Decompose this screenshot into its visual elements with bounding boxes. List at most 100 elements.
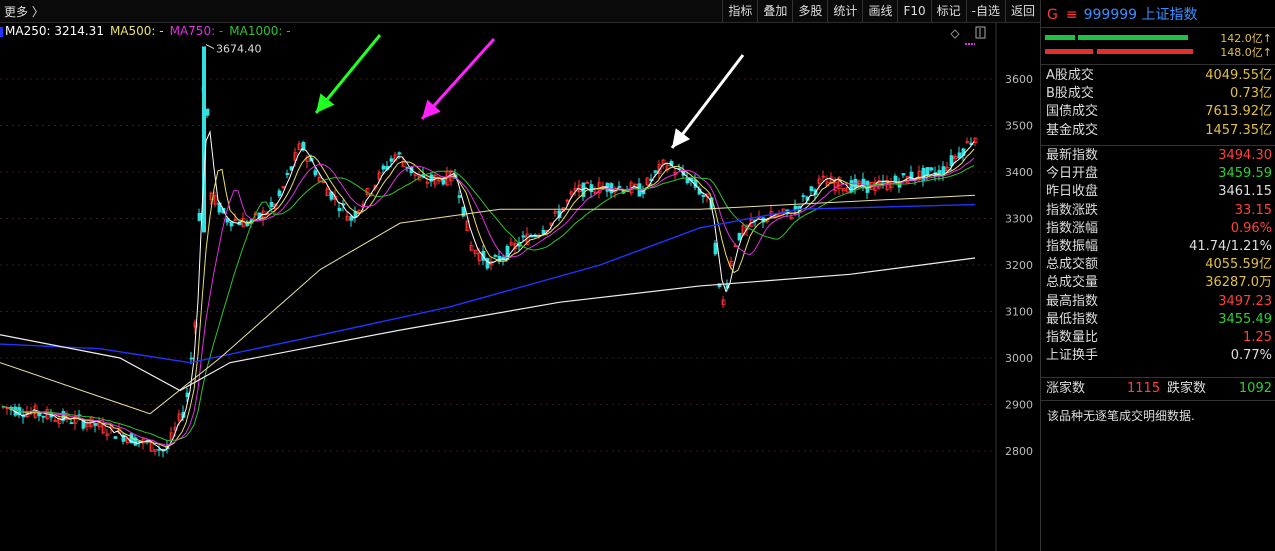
stat-value: 0.73亿 — [1230, 86, 1272, 102]
g-mark: G — [1047, 7, 1058, 23]
no-tick-data-note: 该品种无逐笔成交明细数据. — [1047, 409, 1195, 423]
more-button[interactable]: 更多 〉 — [4, 3, 44, 20]
ma-line-magenta — [1, 157, 975, 446]
stat-label: 指数涨幅 — [1046, 220, 1099, 236]
ma-line-white — [1, 129, 975, 451]
stat-row: 指数振幅 41.74/1.21% — [1041, 238, 1275, 256]
divider — [1041, 64, 1275, 65]
ma250-label: MA250: 3214.31 — [5, 24, 104, 38]
stat-row: 指数量比 1.25 — [1041, 329, 1275, 347]
stat-row: 最新指数 3494.30 — [1041, 147, 1275, 165]
tab-f10[interactable]: F10 — [897, 0, 930, 22]
candle-body — [541, 229, 546, 235]
down-count-value: 1092 — [1238, 381, 1272, 396]
kline-chart[interactable]: 3600 3500 3400 3300 3200 3100 3000 2900 2800 3674… — [0, 22, 1040, 551]
candle-body — [957, 152, 962, 159]
candle-body — [925, 167, 930, 176]
stat-value: 41.74/1.21% — [1189, 238, 1272, 254]
ma1000-label: MA1000: - — [229, 24, 291, 38]
candle-body — [949, 155, 954, 166]
stat-value: 0.77% — [1230, 348, 1272, 364]
candle-body — [485, 258, 490, 269]
stat-row: 指数涨幅 0.96% — [1041, 220, 1275, 238]
buy-bar-segment — [1045, 35, 1075, 40]
y-axis-tick-label: 3300 — [1005, 213, 1033, 226]
candle-body — [313, 170, 318, 176]
tab-overlay[interactable]: 叠加 — [757, 0, 792, 22]
peak-price-label: 3674.40 — [216, 43, 262, 56]
tab-draw-line[interactable]: 画线 — [862, 0, 897, 22]
candle-body — [93, 422, 98, 426]
up-count-value: 1115 — [1127, 381, 1161, 396]
stat-row: 国债成交 7613.92亿 — [1041, 103, 1275, 121]
divider — [1041, 400, 1275, 401]
stat-value: 0.96% — [1230, 220, 1272, 236]
stat-row: A股成交 4049.55亿 — [1041, 67, 1275, 85]
kline-canvas[interactable]: 3600 3500 3400 3300 3200 3100 3000 2900 2800 3674… — [0, 22, 1040, 551]
stat-value: 4055.59亿 — [1205, 257, 1272, 273]
stat-value: 33.15 — [1234, 202, 1272, 218]
stat-label: 最低指数 — [1046, 311, 1099, 327]
stat-label: 国债成交 — [1046, 104, 1099, 120]
y-axis-tick-label: 3100 — [1005, 306, 1033, 319]
candle-body — [901, 173, 906, 176]
stat-label: 基金成交 — [1046, 122, 1099, 138]
index-stats: 最新指数 3494.30 今日开盘 3459.59 昨日收盘 3461.15 指数涨跌 33.… — [1041, 147, 1275, 365]
candle-body — [189, 357, 194, 360]
candle-body — [617, 186, 622, 188]
y-axis-tick-label: 3200 — [1005, 259, 1033, 272]
tab-watchlist-remove[interactable]: -自选 — [965, 0, 1005, 22]
legend-marker-icon — [0, 26, 3, 37]
y-axis-tick-label: 3500 — [1005, 120, 1033, 133]
candle-body — [653, 170, 658, 173]
stat-row: 总成交量 36287.0万 — [1041, 274, 1275, 292]
tab-statistics[interactable]: 统计 — [827, 0, 862, 22]
sell-bar-row: 148.0亿↑ — [1041, 44, 1275, 59]
tab-back[interactable]: 返回 — [1004, 0, 1040, 22]
candle-body — [269, 202, 274, 208]
candle-body — [493, 254, 498, 257]
quote-code: 999999 — [1083, 7, 1138, 23]
y-axis-tick-label: 2800 — [1005, 445, 1033, 458]
stat-label: 上证换手 — [1046, 348, 1099, 364]
divider — [1041, 145, 1275, 146]
toolbar-tabs: 指标 叠加 多股 统计 画线 F10 标记 -自选 返回 — [722, 0, 1040, 22]
white-arrow-head — [672, 128, 691, 148]
candle-body — [713, 242, 718, 255]
candle-body — [441, 179, 446, 185]
candle-body — [69, 422, 74, 425]
chart-toolbar: 更多 〉 指标 叠加 多股 统计 画线 F10 标记 -自选 返回 — [0, 0, 1040, 23]
y-axis-tick-label: 3600 — [1005, 73, 1033, 86]
tab-multi-stock[interactable]: 多股 — [792, 0, 827, 22]
turnover-stats: A股成交 4049.55亿 B股成交 0.73亿 国债成交 7613.92亿 基金成交 145… — [1041, 67, 1275, 140]
y-axis-tick-label: 3400 — [1005, 166, 1033, 179]
candle-body — [737, 232, 742, 241]
divider — [1041, 27, 1275, 28]
candle-body — [585, 181, 590, 184]
tab-mark[interactable]: 标记 — [930, 0, 966, 22]
stat-label: 总成交量 — [1046, 275, 1099, 291]
buy-bar-row: 142.0亿↑ — [1041, 30, 1275, 45]
candle-body — [457, 195, 462, 198]
stat-row: 指数涨跌 33.15 — [1041, 202, 1275, 220]
peak-leader-line — [205, 44, 215, 50]
stat-row: 今日开盘 3459.59 — [1041, 165, 1275, 183]
candle-body — [793, 205, 798, 211]
tab-indicator[interactable]: 指标 — [722, 0, 757, 22]
menu-icon[interactable]: ≡ — [1066, 7, 1078, 23]
stat-label: 最新指数 — [1046, 148, 1099, 163]
sell-bar-segment — [1097, 49, 1193, 54]
buy-bar-segment — [1078, 35, 1188, 40]
stat-value: 4049.55亿 — [1205, 68, 1272, 83]
quote-name: 上证指数 — [1141, 7, 1198, 23]
stat-label: 昨日收盘 — [1046, 184, 1099, 200]
stat-value: 3494.30 — [1218, 148, 1272, 163]
ma-legend: MA250: 3214.31 MA500: - MA750: - MA1000: - — [0, 24, 297, 38]
candle-body — [589, 184, 594, 193]
ma750-label: MA750: - — [169, 24, 224, 38]
candle-body — [381, 165, 386, 170]
quote-panel: G ≡ 999999 上证指数 142.0亿↑ 148.0亿↑ A股成交 4049.5… — [1040, 0, 1275, 551]
candle-body — [229, 221, 234, 227]
advance-decline: 涨家数 1115 跌家数 1092 — [1041, 380, 1275, 398]
candle-body — [849, 180, 854, 193]
